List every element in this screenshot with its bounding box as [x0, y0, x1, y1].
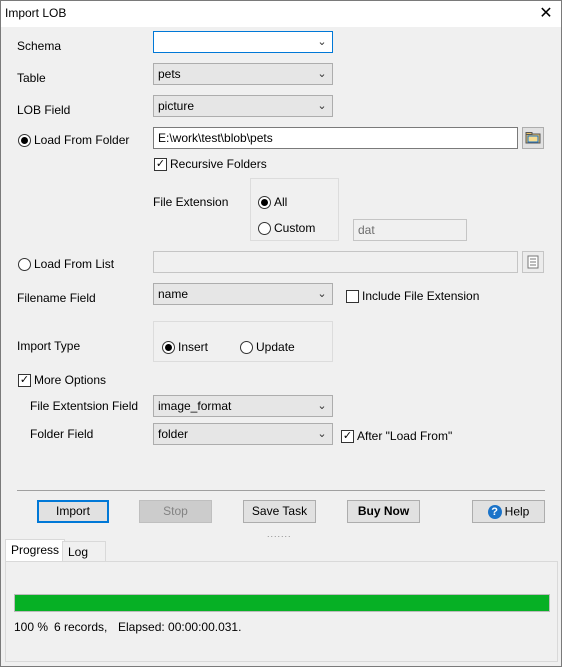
chevron-down-icon: ⌄: [317, 288, 327, 300]
insert-radio[interactable]: [162, 341, 175, 354]
load-from-list-radio[interactable]: [18, 258, 31, 271]
insert-label: Insert: [178, 340, 209, 354]
filename-field-value: name: [158, 287, 189, 301]
table-label: Table: [17, 71, 46, 85]
extension-custom-radio[interactable]: [258, 222, 271, 235]
progress-bar-fill: [15, 595, 549, 611]
extension-custom-label: Custom: [274, 221, 316, 235]
list-path-input[interactable]: [153, 251, 518, 273]
folder-icon: [525, 132, 541, 144]
progress-bar: [14, 594, 550, 612]
buy-now-button[interactable]: Buy Now: [347, 500, 420, 523]
stop-button[interactable]: Stop: [139, 500, 212, 523]
include-file-extension-label: Include File Extension: [362, 289, 480, 303]
import-button[interactable]: Import: [37, 500, 109, 523]
schema-label: Schema: [17, 39, 62, 53]
table-value: pets: [158, 67, 181, 81]
splitter-handle[interactable]: .......: [267, 529, 292, 539]
lob-field-combo[interactable]: picture ⌄: [153, 95, 333, 117]
separator: [17, 490, 545, 491]
custom-extension-input[interactable]: dat: [353, 219, 467, 241]
title-bar: Import LOB ✕: [1, 1, 561, 27]
progress-percent: 100 %: [14, 620, 49, 634]
browse-folder-button[interactable]: [522, 127, 544, 149]
filename-field-label: Filename Field: [17, 291, 96, 305]
schema-combo[interactable]: ⌄: [153, 31, 333, 53]
after-load-from-label: After "Load From": [357, 429, 453, 443]
folder-field-value: folder: [158, 427, 189, 441]
include-file-extension-checkbox[interactable]: [346, 290, 359, 303]
lob-field-value: picture: [158, 99, 195, 113]
more-options-checkbox[interactable]: ✓: [18, 374, 31, 387]
help-button[interactable]: ? Help: [472, 500, 545, 523]
file-extension-field-label: File Extentsion Field: [30, 399, 139, 413]
load-from-list-label: Load From List: [34, 257, 115, 271]
progress-elapsed: Elapsed: 00:00:00.031.: [118, 620, 242, 634]
after-load-from-checkbox[interactable]: ✓: [341, 430, 354, 443]
help-label: Help: [504, 504, 530, 519]
import-type-label: Import Type: [17, 339, 81, 353]
progress-panel: 100 % 6 records, Elapsed: 00:00:00.031.: [5, 561, 558, 662]
file-extension-field-value: image_format: [158, 399, 232, 413]
more-options-label: More Options: [34, 373, 107, 387]
folder-field-label: Folder Field: [30, 427, 94, 441]
tab-progress[interactable]: Progress: [5, 539, 66, 562]
chevron-down-icon: ⌄: [317, 428, 327, 440]
lob-field-label: LOB Field: [17, 103, 71, 117]
file-extension-field-combo[interactable]: image_format ⌄: [153, 395, 333, 417]
help-icon: ?: [487, 504, 502, 519]
load-from-folder-radio[interactable]: [18, 134, 31, 147]
load-from-folder-label: Load From Folder: [34, 133, 130, 147]
update-radio[interactable]: [240, 341, 253, 354]
chevron-down-icon: ⌄: [317, 68, 327, 80]
close-icon[interactable]: ✕: [535, 3, 557, 25]
browse-list-button[interactable]: [522, 251, 544, 273]
extension-all-radio[interactable]: [258, 196, 271, 209]
recursive-folders-checkbox[interactable]: ✓: [154, 158, 167, 171]
table-combo[interactable]: pets ⌄: [153, 63, 333, 85]
chevron-down-icon: ⌄: [317, 100, 327, 112]
extension-all-label: All: [274, 195, 288, 209]
progress-records: 6 records,: [54, 620, 108, 634]
save-task-button[interactable]: Save Task: [243, 500, 316, 523]
folder-path-input[interactable]: E:\work\test\blob\pets: [153, 127, 518, 149]
file-extension-label: File Extension: [153, 195, 229, 209]
tab-log[interactable]: Log: [62, 541, 106, 562]
chevron-down-icon: ⌄: [317, 400, 327, 412]
chevron-down-icon: ⌄: [317, 36, 327, 48]
recursive-folders-label: Recursive Folders: [170, 157, 267, 171]
filename-field-combo[interactable]: name ⌄: [153, 283, 333, 305]
update-label: Update: [256, 340, 295, 354]
folder-field-combo[interactable]: folder ⌄: [153, 423, 333, 445]
window-title: Import LOB: [5, 6, 67, 20]
list-icon: [527, 255, 539, 269]
import-lob-dialog: Import LOB ✕ Schema ⌄ Table pets ⌄ LOB F…: [0, 0, 562, 667]
